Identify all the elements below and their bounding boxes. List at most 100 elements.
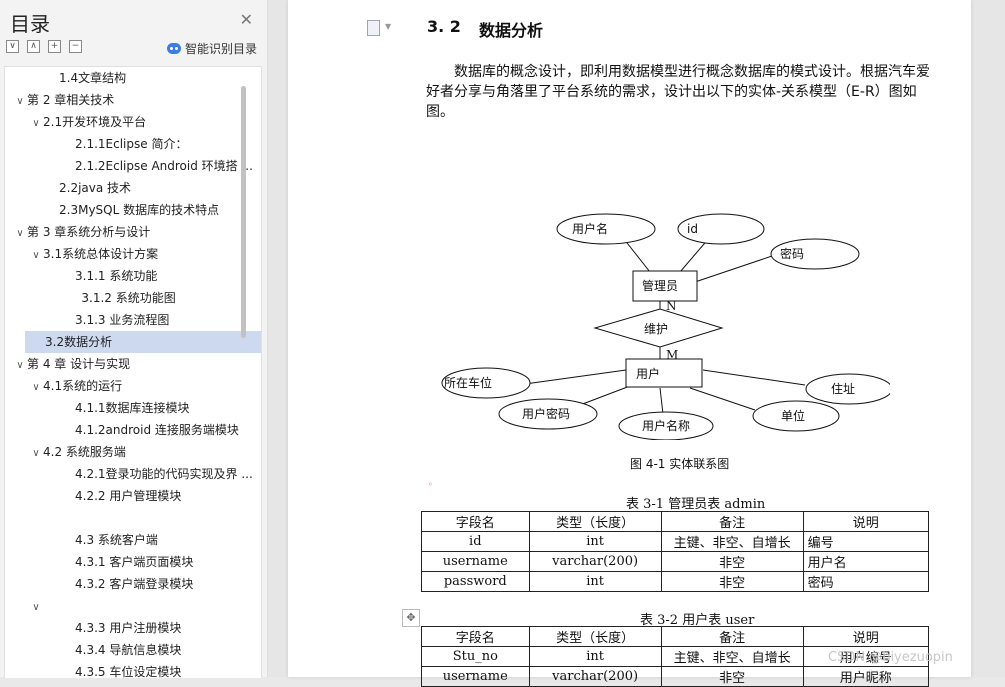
- toc-item[interactable]: 2.2java 技术: [5, 177, 261, 199]
- watermark: CSDN @biyezuopin: [828, 650, 953, 665]
- toc-sidebar: 目录 ✕ ∨ ∧ + − 智能识别目录 1.4文章结构 ∨ 第 2 章相关技术 ∨ 2.…: [0, 0, 268, 678]
- table-header-row: 字段名 类型（长度） 备注 说明: [421, 626, 930, 647]
- smart-toc-button[interactable]: 智能识别目录: [166, 40, 257, 57]
- toc-item[interactable]: 4.3.1 客户端页面模块: [5, 551, 261, 573]
- toc-item-label: 4.3.5 车位设定模块: [75, 665, 182, 678]
- toc-item-label: 4.1系统的运行: [43, 379, 123, 393]
- toc-item-label: 4.2.2 用户管理模块: [75, 489, 182, 503]
- toc-item-label: 4.3.3 用户注册模块: [75, 621, 182, 635]
- attr-unit: 单位: [781, 408, 805, 423]
- toc-toolbar: ∨ ∧ + −: [6, 40, 82, 53]
- chevron-down-icon[interactable]: ∨: [13, 355, 27, 377]
- toc-item[interactable]: ∨ 4.2 系统服务端: [5, 441, 261, 463]
- table-cell: 非空: [660, 571, 804, 592]
- heading-number: 3. 2: [427, 17, 461, 36]
- table-cell: Stu_no: [421, 646, 530, 667]
- toc-item-label: 第 2 章相关技术: [27, 93, 115, 107]
- toc-item[interactable]: ∨ 4.1系统的运行: [5, 375, 261, 397]
- table-cell: 用户名: [802, 551, 930, 572]
- remove-heading-icon[interactable]: −: [69, 40, 82, 53]
- entity-user: 用户: [636, 366, 660, 381]
- table-header-cell: 备注: [660, 511, 804, 532]
- heading-title: 数据分析: [479, 21, 544, 40]
- toc-item[interactable]: 3.1.3 业务流程图: [5, 309, 261, 331]
- table-move-icon[interactable]: ✥: [402, 609, 420, 627]
- toc-scrollbar[interactable]: [241, 86, 246, 338]
- attr-address: 住址: [831, 382, 855, 396]
- toc-item[interactable]: 4.2.1登录功能的代码实现及界 ...: [5, 463, 261, 485]
- attr-user-pwd: 用户密码: [522, 406, 570, 421]
- toc-item-label: 3.1.1 系统功能: [75, 269, 158, 283]
- paragraph-style-icon[interactable]: [367, 20, 380, 36]
- toc-item[interactable]: 3.1.2 系统功能图: [5, 287, 261, 309]
- toc-item[interactable]: [5, 507, 261, 529]
- collapse-all-icon[interactable]: ∨: [6, 40, 19, 53]
- table-cell: 密码: [802, 571, 930, 592]
- toc-item-label: 4.3.4 导航信息模块: [75, 643, 182, 657]
- table-cell: 主键、非空、自增长: [660, 646, 804, 667]
- table-cell: password: [421, 571, 530, 592]
- toc-item[interactable]: 4.3.3 用户注册模块: [5, 617, 261, 639]
- chevron-down-icon[interactable]: ∨: [29, 245, 43, 267]
- toc-item[interactable]: 4.1.2android 连接服务端模块: [5, 419, 261, 441]
- entity-admin: 管理员: [642, 278, 678, 293]
- er-link: [702, 369, 806, 386]
- table-header-cell: 类型（长度）: [528, 626, 662, 647]
- toc-item[interactable]: ∨ 第 4 章 设计与实现: [5, 353, 261, 375]
- er-link: [524, 369, 627, 385]
- toc-item[interactable]: 4.3 系统客户端: [5, 529, 261, 551]
- attr-parking: 所在车位: [444, 375, 492, 390]
- toc-item-label: 第 3 章系统分析与设计: [27, 225, 151, 239]
- attr-user-name: 用户名称: [642, 418, 690, 433]
- attr-id: id: [687, 222, 698, 236]
- toc-item[interactable]: ∨ 第 2 章相关技术: [5, 89, 261, 111]
- table-cell: int: [528, 646, 662, 667]
- toc-item[interactable]: 2.1.2Eclipse Android 环境搭 ...: [5, 155, 261, 177]
- toc-item[interactable]: 3.2数据分析: [25, 331, 261, 353]
- toc-item[interactable]: 2.3MySQL 数据库的技术特点: [5, 199, 261, 221]
- edit-mark-icon: ◦: [428, 480, 433, 489]
- close-icon[interactable]: ✕: [240, 10, 253, 29]
- toc-item[interactable]: ∨ 2.1开发环境及平台: [5, 111, 261, 133]
- table-header-cell: 说明: [802, 511, 930, 532]
- chevron-down-icon[interactable]: ∨: [29, 377, 43, 399]
- er-link: [659, 387, 664, 415]
- chevron-down-icon[interactable]: ∨: [29, 597, 43, 619]
- table-header-cell: 类型（长度）: [528, 511, 662, 532]
- toc-item[interactable]: 4.3.2 客户端登录模块: [5, 573, 261, 595]
- toc-item[interactable]: 2.1.1Eclipse 简介：: [5, 133, 261, 155]
- table-cell: 编号: [802, 531, 930, 552]
- toc-item[interactable]: 4.3.5 车位设定模块: [5, 661, 261, 678]
- toc-item-label: 3.2数据分析: [45, 335, 113, 349]
- table-cell: username: [421, 551, 530, 572]
- toc-item[interactable]: 4.2.2 用户管理模块: [5, 485, 261, 507]
- table-cell: 主键、非空、自增长: [660, 531, 804, 552]
- toc-item-label: 3.1.3 业务流程图: [75, 313, 170, 327]
- toc-item[interactable]: 3.1.1 系统功能: [5, 265, 261, 287]
- toc-item[interactable]: ∨: [5, 595, 261, 617]
- chevron-down-icon[interactable]: ∨: [29, 443, 43, 465]
- sidebar-title: 目录: [10, 12, 50, 36]
- toc-item-label: 4.2.1登录功能的代码实现及界 ...: [75, 467, 253, 481]
- chevron-down-icon[interactable]: ▼: [385, 22, 391, 31]
- add-heading-icon[interactable]: +: [48, 40, 61, 53]
- toc-item-label: 3.1.2 系统功能图: [81, 291, 176, 305]
- table-header-cell: 备注: [660, 626, 804, 647]
- toc-item[interactable]: 4.3.4 导航信息模块: [5, 639, 261, 661]
- table-row: username varchar(200) 非空 用户名: [421, 551, 930, 572]
- table-header-row: 字段名 类型（长度） 备注 说明: [421, 511, 930, 532]
- toc-item[interactable]: ∨ 第 3 章系统分析与设计: [5, 221, 261, 243]
- chevron-down-icon[interactable]: ∨: [13, 223, 27, 245]
- toc-item-label: 4.1.1数据库连接模块: [75, 401, 190, 415]
- toc-list: 1.4文章结构 ∨ 第 2 章相关技术 ∨ 2.1开发环境及平台 2.1.1Eclipse…: [4, 66, 262, 678]
- er-link: [694, 254, 776, 283]
- toc-item[interactable]: 1.4文章结构: [5, 67, 261, 89]
- toc-item-label: 4.1.2android 连接服务端模块: [75, 423, 239, 437]
- chevron-down-icon[interactable]: ∨: [13, 91, 27, 113]
- cardinality-n: N: [666, 299, 677, 313]
- toc-item-label: 2.1.1Eclipse 简介：: [75, 137, 188, 151]
- expand-all-icon[interactable]: ∧: [27, 40, 40, 53]
- toc-item[interactable]: 4.1.1数据库连接模块: [5, 397, 261, 419]
- chevron-down-icon[interactable]: ∨: [29, 113, 43, 135]
- toc-item[interactable]: ∨ 3.1系统总体设计方案: [5, 243, 261, 265]
